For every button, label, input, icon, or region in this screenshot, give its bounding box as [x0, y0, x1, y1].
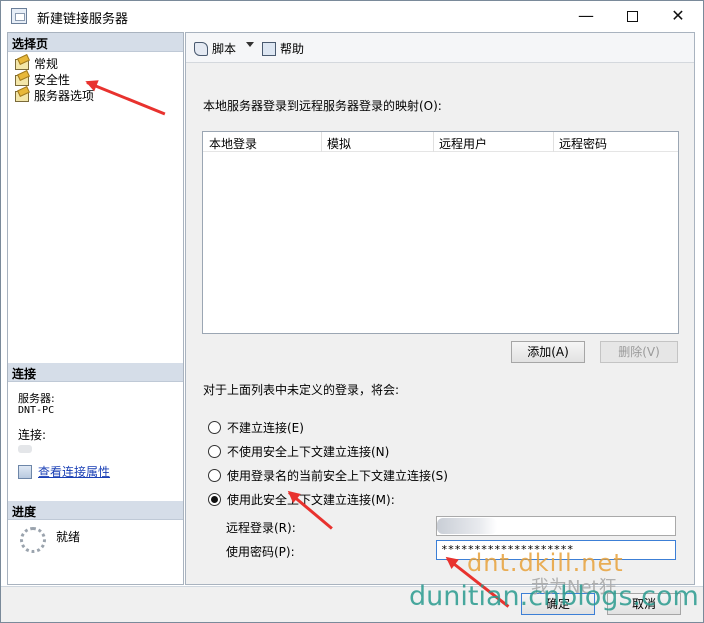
redacted-value: [437, 518, 497, 534]
nav-item-security[interactable]: 安全性: [14, 71, 70, 87]
column-header[interactable]: 本地登录: [209, 135, 257, 152]
nav-item-label: 安全性: [34, 73, 71, 87]
help-button[interactable]: 帮助: [262, 40, 304, 57]
login-mapping-grid[interactable]: 本地登录 模拟 远程用户 远程密码: [202, 131, 679, 334]
mapping-label: 本地服务器登录到远程服务器登录的映射(O):: [203, 99, 442, 113]
script-button[interactable]: 脚本: [194, 40, 236, 57]
watermark-text: dunitian.cnblogs.com: [409, 581, 699, 612]
radio-icon: [208, 421, 221, 434]
option-no-connection[interactable]: 不建立连接(E): [208, 419, 304, 435]
page-icon: [14, 56, 30, 70]
help-icon: [262, 42, 276, 56]
grid-header: 本地登录 模拟 远程用户 远程密码: [203, 132, 678, 152]
script-label: 脚本: [212, 42, 237, 56]
window-title: 新建链接服务器: [37, 12, 129, 27]
progress-spinner-icon: [20, 527, 46, 553]
option-label: 不使用安全上下文建立连接(N): [227, 445, 390, 459]
toolbar: 脚本 帮助: [186, 33, 694, 63]
page-icon: [14, 88, 30, 102]
radio-checked-icon: [208, 493, 221, 506]
nav-item-label: 服务器选项: [34, 89, 95, 103]
remote-login-label: 远程登录(R):: [226, 521, 296, 535]
select-page-header: 选择页: [8, 33, 183, 52]
title-bar: 新建链接服务器 — ✕: [1, 1, 703, 31]
script-dropdown-icon[interactable]: [246, 42, 254, 47]
progress-header: 进度: [8, 501, 183, 520]
properties-icon: [18, 465, 32, 479]
connection-value-blurred: [18, 445, 32, 453]
radio-icon: [208, 445, 221, 458]
option-label: 使用登录名的当前安全上下文建立连接(S): [227, 469, 448, 483]
column-header[interactable]: 模拟: [327, 135, 351, 152]
help-label: 帮助: [280, 42, 305, 56]
server-value: DNT-PC: [18, 405, 55, 416]
close-button[interactable]: ✕: [655, 1, 701, 31]
maximize-icon: [626, 11, 638, 22]
delete-button[interactable]: 删除(V): [600, 341, 678, 363]
progress-status: 就绪: [56, 530, 81, 544]
column-header[interactable]: 远程用户: [439, 135, 487, 152]
maximize-button[interactable]: [609, 1, 655, 31]
server-label: 服务器:: [18, 392, 55, 405]
left-panel: 选择页 常规 安全性 服务器选项 连接 服务器: DNT-PC 连接: 查看连接…: [7, 32, 184, 585]
main-panel: 脚本 帮助 本地服务器登录到远程服务器登录的映射(O): 本地登录 模拟 远程用…: [185, 32, 695, 585]
add-button[interactable]: 添加(A): [511, 341, 585, 363]
option-label: 使用此安全上下文建立连接(M):: [227, 493, 395, 507]
undefined-logins-label: 对于上面列表中未定义的登录，将会:: [203, 383, 400, 397]
link-label: 查看连接属性: [38, 465, 111, 479]
column-divider: [433, 132, 434, 152]
column-divider: [553, 132, 554, 152]
linked-server-window: 新建链接服务器 — ✕ 选择页 常规 安全性 服务器选项 连接 服务器: DNT…: [0, 0, 704, 623]
page-icon: [14, 72, 30, 86]
connection-header: 连接: [8, 363, 183, 382]
nav-item-server-options[interactable]: 服务器选项: [14, 87, 94, 103]
window-app-icon: [11, 8, 27, 24]
nav-item-label: 常规: [34, 57, 59, 71]
password-label: 使用密码(P):: [226, 545, 295, 559]
remote-login-field[interactable]: [436, 516, 676, 536]
view-connection-properties-link[interactable]: 查看连接属性: [18, 463, 110, 480]
option-current-security-context[interactable]: 使用登录名的当前安全上下文建立连接(S): [208, 467, 448, 483]
option-no-security-context[interactable]: 不使用安全上下文建立连接(N): [208, 443, 389, 459]
nav-item-general[interactable]: 常规: [14, 55, 58, 71]
column-header[interactable]: 远程密码: [559, 135, 607, 152]
minimize-button[interactable]: —: [563, 1, 609, 31]
column-divider: [321, 132, 322, 152]
option-label: 不建立连接(E): [227, 421, 304, 435]
radio-icon: [208, 469, 221, 482]
connection-label: 连接:: [18, 428, 47, 442]
script-icon: [194, 42, 208, 56]
